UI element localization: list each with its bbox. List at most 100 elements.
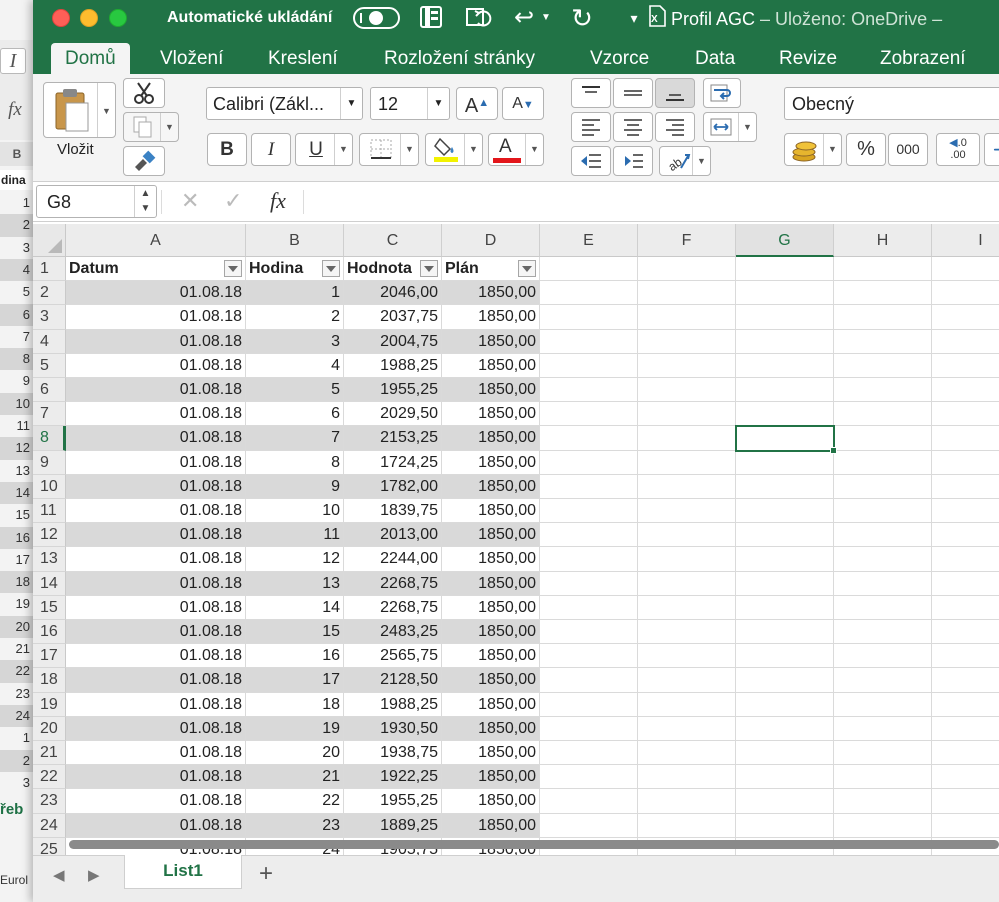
tab-data[interactable]: Data [695, 43, 735, 74]
table-cell[interactable]: 23 [246, 813, 344, 838]
table-cell[interactable]: 1782,00 [344, 474, 442, 499]
empty-cell[interactable] [736, 595, 834, 620]
borders-button[interactable]: ▼ [359, 133, 419, 166]
empty-cell[interactable] [834, 499, 932, 524]
font-color-dropdown-icon[interactable]: ▼ [525, 134, 543, 165]
table-cell[interactable]: 1850,00 [442, 716, 540, 741]
row-header[interactable]: 6 [33, 378, 66, 403]
font-color-button[interactable]: A ▼ [488, 133, 544, 166]
cut-button[interactable] [123, 78, 165, 108]
prev-sheet-icon[interactable]: ◀ [53, 866, 65, 884]
empty-cell[interactable] [932, 523, 999, 548]
column-header-a[interactable]: A [66, 224, 246, 257]
table-cell[interactable]: 01.08.18 [66, 716, 246, 741]
font-size-dropdown-icon[interactable]: ▼ [427, 88, 449, 119]
empty-cell[interactable] [540, 813, 638, 838]
paste-dropdown-icon[interactable]: ▼ [97, 83, 115, 137]
table-cell[interactable]: 1988,25 [344, 353, 442, 378]
row-header[interactable]: 9 [33, 450, 66, 475]
formula-input[interactable] [313, 188, 993, 216]
empty-cell[interactable] [638, 789, 736, 814]
tab-vzorce[interactable]: Vzorce [590, 43, 649, 74]
row-header[interactable]: 19 [33, 692, 66, 717]
empty-cell[interactable] [736, 353, 834, 378]
tab-vlozeni[interactable]: Vložení [160, 43, 223, 74]
empty-cell[interactable] [540, 692, 638, 717]
align-center-button[interactable] [613, 112, 653, 142]
empty-cell[interactable] [736, 571, 834, 596]
percent-button[interactable]: % [846, 133, 886, 166]
empty-cell[interactable] [736, 789, 834, 814]
empty-cell[interactable] [638, 765, 736, 790]
table-cell[interactable]: 10 [246, 499, 344, 524]
empty-cell[interactable] [834, 789, 932, 814]
empty-cell[interactable] [736, 450, 834, 475]
empty-cell[interactable] [834, 474, 932, 499]
empty-cell[interactable] [540, 644, 638, 669]
add-sheet-button[interactable]: + [259, 860, 273, 888]
row-header[interactable]: 5 [33, 353, 66, 378]
table-cell[interactable]: 01.08.18 [66, 329, 246, 354]
empty-cell[interactable] [540, 595, 638, 620]
column-header-e[interactable]: E [540, 224, 638, 257]
underline-button[interactable]: U ▼ [295, 133, 353, 166]
empty-cell[interactable] [540, 450, 638, 475]
empty-cell[interactable] [932, 475, 999, 499]
font-name-dropdown-icon[interactable]: ▼ [340, 88, 362, 119]
table-cell[interactable]: 1850,00 [442, 571, 540, 596]
empty-cell[interactable] [540, 571, 638, 596]
table-cell[interactable]: 3 [246, 329, 344, 354]
table-cell[interactable]: 01.08.18 [66, 620, 246, 645]
row-header[interactable]: 10 [33, 474, 66, 499]
close-window-button[interactable] [52, 9, 70, 27]
empty-cell[interactable] [834, 692, 932, 717]
empty-cell[interactable] [736, 378, 834, 403]
tab-zobrazeni[interactable]: Zobrazení [880, 43, 966, 74]
table-cell[interactable]: 2013,00 [344, 523, 442, 548]
filter-dropdown-icon[interactable] [518, 260, 536, 277]
table-cell[interactable]: 15 [246, 620, 344, 645]
table-cell[interactable]: 2029,50 [344, 402, 442, 427]
table-cell[interactable]: 01.08.18 [66, 499, 246, 524]
table-cell[interactable]: 1 [246, 281, 344, 306]
empty-cell[interactable] [540, 329, 638, 354]
row-header[interactable]: 16 [33, 620, 66, 645]
empty-cell[interactable] [736, 813, 834, 838]
row-header[interactable]: 20 [33, 716, 66, 741]
table-header-cell[interactable]: Plán [442, 257, 540, 282]
orientation-button[interactable]: ab ▼ [659, 146, 711, 176]
empty-cell[interactable] [834, 450, 932, 475]
empty-cell[interactable] [540, 765, 638, 790]
table-cell[interactable]: 1850,00 [442, 378, 540, 403]
row-header[interactable]: 23 [33, 789, 66, 814]
table-cell[interactable]: 01.08.18 [66, 692, 246, 717]
table-cell[interactable]: 5 [246, 378, 344, 403]
accounting-dropdown-icon[interactable]: ▼ [823, 134, 841, 165]
format-painter-button[interactable] [123, 146, 165, 176]
table-cell[interactable]: 1850,00 [442, 329, 540, 354]
table-cell[interactable]: 6 [246, 402, 344, 427]
empty-cell[interactable] [736, 257, 834, 282]
table-cell[interactable]: 1850,00 [442, 402, 540, 427]
cancel-icon[interactable]: ✕ [181, 188, 199, 214]
table-cell[interactable]: 1850,00 [442, 353, 540, 378]
empty-cell[interactable] [736, 716, 834, 741]
row-header[interactable]: 12 [33, 523, 66, 548]
table-cell[interactable]: 1850,00 [442, 426, 540, 451]
enter-icon[interactable]: ✓ [224, 188, 242, 214]
table-cell[interactable]: 01.08.18 [66, 741, 246, 766]
grow-font-button[interactable]: A▲ [456, 87, 498, 120]
empty-cell[interactable] [736, 402, 834, 427]
number-format-select[interactable]: Obecný [784, 87, 999, 120]
empty-cell[interactable] [638, 741, 736, 766]
empty-cell[interactable] [834, 305, 932, 330]
table-cell[interactable]: 1988,25 [344, 692, 442, 717]
table-cell[interactable]: 01.08.18 [66, 813, 246, 838]
empty-cell[interactable] [638, 499, 736, 524]
empty-cell[interactable] [540, 620, 638, 645]
empty-cell[interactable] [932, 378, 999, 403]
table-cell[interactable]: 2037,75 [344, 305, 442, 330]
empty-cell[interactable] [540, 668, 638, 693]
tab-kresleni[interactable]: Kreslení [268, 43, 338, 74]
table-cell[interactable]: 01.08.18 [66, 547, 246, 572]
